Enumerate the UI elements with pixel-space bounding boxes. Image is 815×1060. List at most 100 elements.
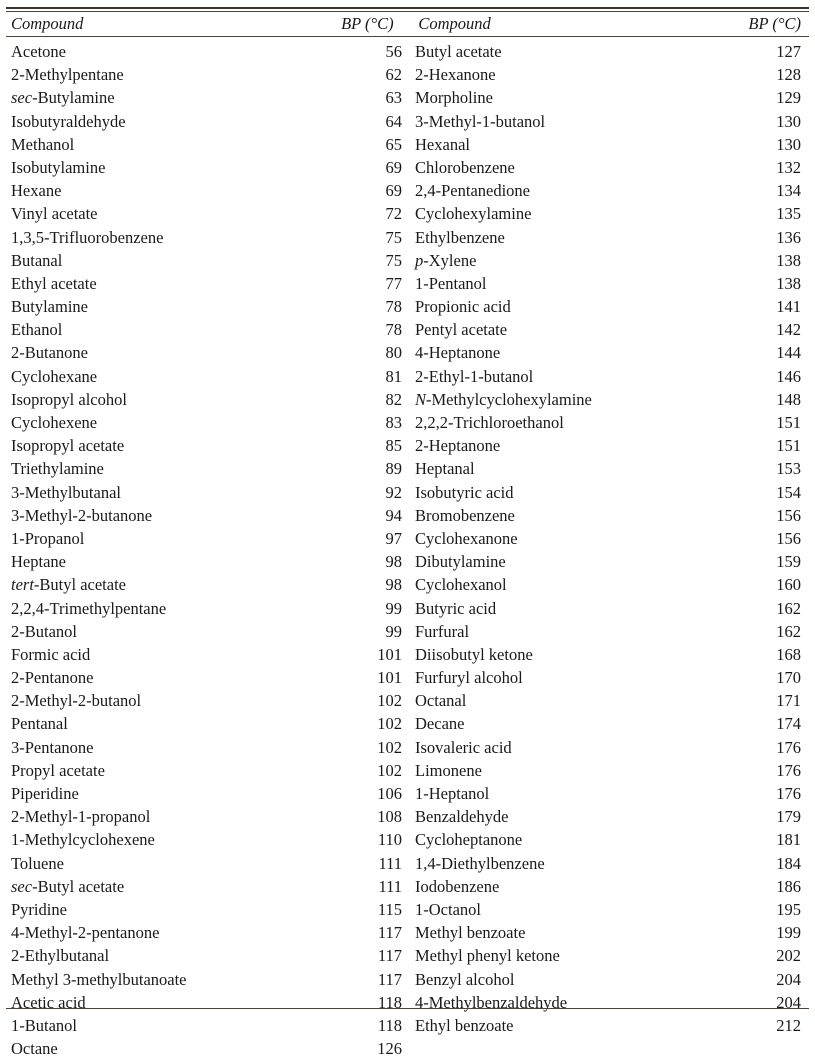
compound-name: 3-Methyl-1-butanol	[415, 111, 546, 131]
boiling-point-value: 117	[377, 923, 402, 943]
boiling-point-value: 99	[385, 598, 403, 618]
boiling-point-value: 82	[385, 389, 403, 409]
table-row: 2-Heptanone 151	[410, 434, 809, 457]
table-row: Cyclohexanone 156	[410, 527, 809, 550]
compound-name: Pentanal	[11, 714, 68, 734]
table-row: Diisobutyl ketone 168	[410, 643, 809, 666]
table-row: Decane 174	[410, 712, 809, 735]
boiling-point-value: 156	[776, 505, 801, 525]
table-row: Butylamine 78	[6, 295, 410, 318]
compound-name: Heptanal	[415, 459, 475, 479]
table-row: 1-Heptanol 176	[410, 782, 809, 805]
compound-name: Decane	[415, 714, 465, 734]
table-row: 2-Methylpentane 62	[6, 63, 410, 86]
compound-name: Butylamine	[11, 297, 88, 317]
table-row: Benzyl alcohol 204	[410, 968, 809, 991]
table-row: 1-Propanol 97	[6, 527, 410, 550]
table-row: N-Methylcyclohexylamine 148	[410, 388, 809, 411]
boiling-point-value: 78	[385, 320, 403, 340]
table-row: Triethylamine 89	[6, 457, 410, 480]
table-row: Cyclohexylamine 135	[410, 202, 809, 225]
table-row: Vinyl acetate 72	[6, 202, 410, 225]
compound-name: Cyclohexene	[11, 413, 98, 432]
table-row: Heptanal 153	[410, 457, 809, 480]
compound-name: Octanal	[415, 691, 467, 711]
table-row: 2-Methyl-2-butanol 102	[6, 689, 410, 712]
compound-name: Morpholine	[415, 88, 493, 108]
boiling-point-table: Compound BP (°C) Compound BP (°C) Aceton…	[0, 0, 815, 1058]
table-row: Methyl phenyl ketone 202	[410, 944, 809, 967]
compound-name: 4-Methyl-2-pentanone	[11, 923, 160, 943]
boiling-point-value: 69	[385, 157, 403, 177]
table-row: 4-Heptanone 144	[410, 341, 809, 364]
header-bp-left: BP (°C)	[341, 14, 394, 33]
compound-name: Isobutyraldehyde	[11, 111, 126, 131]
table-row: 4-Methyl-2-pentanone 117	[6, 921, 410, 944]
boiling-point-value: 89	[385, 459, 403, 479]
compound-name: Isobutyric acid	[415, 482, 514, 502]
boiling-point-value: 204	[776, 969, 801, 989]
header-column-gap	[402, 12, 414, 36]
compound-name: Cyclohexane	[11, 366, 98, 386]
table-row: tert-Butyl acetate 98	[6, 573, 410, 596]
boiling-point-value: 94	[385, 505, 403, 525]
table-row: Isobutyraldehyde 64	[6, 110, 410, 133]
boiling-point-value: 118	[377, 992, 402, 1012]
boiling-point-value: 141	[776, 297, 801, 317]
compound-name: Methanol	[11, 134, 75, 154]
table-top-rule-outer	[6, 7, 809, 9]
boiling-point-value: 138	[776, 273, 801, 293]
table-row: 2-Pentanone 101	[6, 666, 410, 689]
boiling-point-value: 176	[776, 760, 801, 780]
compound-name: sec-Butyl acetate	[11, 876, 125, 896]
table-row: Pentyl acetate 142	[410, 318, 809, 341]
boiling-point-value: 63	[385, 88, 403, 108]
compound-prefix-italic: tert	[11, 575, 34, 595]
compound-name: Ethyl benzoate	[415, 1015, 514, 1035]
compound-name: Furfural	[415, 621, 470, 641]
boiling-point-value: 202	[776, 946, 801, 966]
compound-name: 2,2,2-Trichloroethanol	[415, 413, 564, 432]
compound-name: 2-Ethylbutanal	[11, 946, 110, 966]
table-row: 4-Methylbenzaldehyde 204	[410, 991, 809, 1014]
table-row: 3-Methylbutanal 92	[6, 481, 410, 504]
table-row: 2-Ethylbutanal 117	[6, 944, 410, 967]
table-row: Hexane 69	[6, 179, 410, 202]
boiling-point-value: 115	[377, 899, 402, 919]
compound-name: 1-Pentanol	[415, 273, 487, 293]
compound-name: 2-Ethyl-1-butanol	[415, 366, 534, 386]
compound-name: Vinyl acetate	[11, 204, 98, 224]
boiling-point-value: 132	[776, 157, 801, 177]
boiling-point-value: 56	[385, 42, 403, 61]
table-row: Benzaldehyde 179	[410, 805, 809, 828]
boiling-point-value: 118	[377, 1015, 402, 1035]
boiling-point-value: 108	[377, 807, 402, 827]
compound-name: Diisobutyl ketone	[415, 644, 533, 664]
boiling-point-value: 110	[377, 830, 402, 850]
boiling-point-value: 204	[776, 992, 801, 1012]
table-row: Bromobenzene 156	[410, 504, 809, 527]
boiling-point-value: 102	[377, 737, 402, 757]
table-row: Furfuryl alcohol 170	[410, 666, 809, 689]
boiling-point-value: 92	[385, 482, 403, 502]
compound-name: Chlorobenzene	[415, 157, 515, 177]
table-row: Isobutyric acid 154	[410, 481, 809, 504]
compound-name: Bromobenzene	[415, 505, 515, 525]
table-row: Isovaleric acid 176	[410, 736, 809, 759]
table-row: 3-Methyl-2-butanone 94	[6, 504, 410, 527]
compound-prefix-italic: p	[415, 250, 424, 270]
table-row: Piperidine 106	[6, 782, 410, 805]
table-column-left: Acetone 56 2-Methylpentane 62 sec-Butylamine…	[6, 40, 410, 1060]
compound-name: Propionic acid	[415, 297, 511, 317]
compound-name: 3-Methyl-2-butanone	[11, 505, 153, 525]
table-row: 1,3,5-Trifluorobenzene 75	[6, 226, 410, 249]
table-row: Cyclohexanol 160	[410, 573, 809, 596]
boiling-point-value: 195	[776, 899, 801, 919]
table-row: Isopropyl acetate 85	[6, 434, 410, 457]
boiling-point-value: 170	[776, 668, 801, 688]
table-row: Ethanol 78	[6, 318, 410, 341]
table-row: Acetone 56	[6, 40, 410, 63]
compound-name: 1,3,5-Trifluorobenzene	[11, 227, 164, 247]
boiling-point-value: 102	[377, 691, 402, 711]
boiling-point-value: 129	[776, 88, 801, 108]
